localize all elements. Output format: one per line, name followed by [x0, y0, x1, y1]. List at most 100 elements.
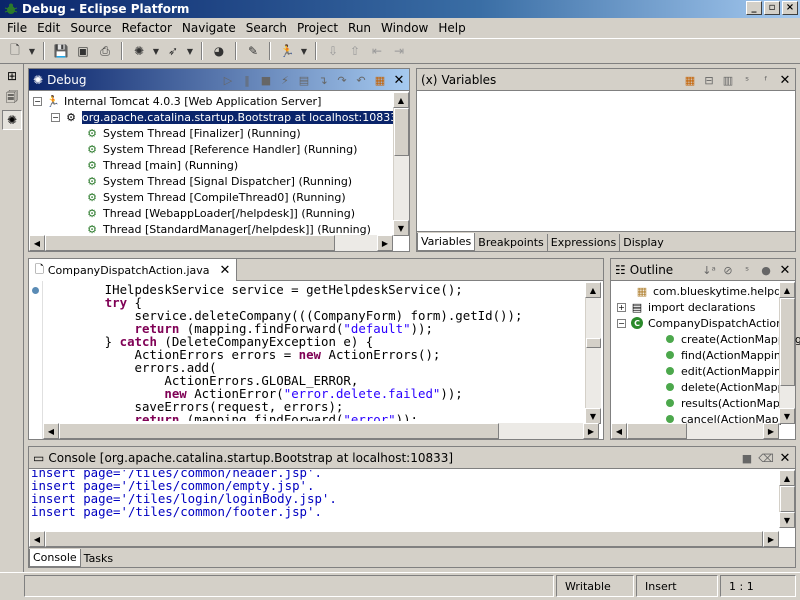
tree-row[interactable]: ⚙ Thread [WebappLoader[/helpdesk]] (Runni…	[85, 205, 355, 221]
editor-tab[interactable]: 🗋 CompanyDispatchAction.java ✕	[29, 259, 238, 281]
print-icon[interactable]: ⎙	[96, 42, 114, 60]
tree-row[interactable]: ⚙ System Thread [Signal Dispatcher] (Runn…	[85, 173, 352, 189]
menu-file[interactable]: File	[2, 21, 32, 35]
scroll-left-icon[interactable]: ◀	[29, 531, 45, 547]
menu-edit[interactable]: Edit	[32, 21, 65, 35]
scroll-down-icon[interactable]: ▼	[779, 408, 795, 424]
tree-row[interactable]: ⚙ System Thread [Reference Handler] (Runn…	[85, 141, 357, 157]
minimize-button[interactable]: _	[746, 1, 762, 15]
tree-row[interactable]: ⚙ Thread [main] (Running)	[85, 157, 238, 173]
open-type-icon[interactable]: ◕	[210, 42, 228, 60]
scroll-thumb[interactable]	[45, 531, 763, 547]
scroll-thumb[interactable]	[780, 486, 795, 512]
collapse-icon[interactable]: −	[617, 318, 626, 328]
step-into-icon[interactable]: ↴	[315, 72, 331, 88]
back-icon[interactable]: ⇤	[368, 42, 386, 60]
scroll-thumb[interactable]	[627, 423, 687, 439]
search-pen-icon[interactable]: ✎	[244, 42, 262, 60]
save-icon[interactable]: 💾	[52, 42, 70, 60]
open-perspective-icon[interactable]: ⊞	[2, 66, 22, 86]
horizontal-scrollbar[interactable]: ◀ ▶	[43, 423, 599, 439]
menu-window[interactable]: Window	[376, 21, 433, 35]
resume-icon[interactable]: ▷	[220, 72, 236, 88]
menu-search[interactable]: Search	[241, 21, 292, 35]
expand-icon[interactable]: +	[617, 302, 626, 312]
scroll-up-icon[interactable]: ▲	[393, 92, 409, 108]
vertical-scrollbar[interactable]: ▲ ▼	[779, 282, 795, 424]
external-tools-icon[interactable]: 🏃	[278, 42, 296, 60]
show-static-icon[interactable]: ˢ	[739, 72, 755, 88]
show-detail-pane-icon[interactable]: ▥	[720, 72, 736, 88]
close-view-icon[interactable]: ✕	[777, 262, 793, 278]
close-view-icon[interactable]: ✕	[777, 72, 793, 88]
scroll-thumb[interactable]	[394, 108, 409, 156]
scroll-down-icon[interactable]: ▼	[585, 408, 601, 424]
horizontal-scrollbar[interactable]: ◀ ▶	[611, 423, 779, 439]
dropdown-arrow-icon[interactable]: ▼	[300, 42, 308, 60]
scroll-thumb[interactable]	[45, 235, 335, 251]
tab-breakpoints[interactable]: Breakpoints	[475, 234, 548, 251]
hide-static-icon[interactable]: ˢ	[739, 262, 755, 278]
tree-row[interactable]: ⚙ System Thread [CompileThread0] (Running…	[85, 189, 346, 205]
layout-icon[interactable]: ▦	[372, 72, 388, 88]
show-final-icon[interactable]: ᶠ	[758, 72, 774, 88]
tab-variables[interactable]: Variables	[417, 233, 476, 251]
layout-icon[interactable]: ▦	[682, 72, 698, 88]
dropdown-arrow-icon[interactable]: ▼	[186, 42, 194, 60]
scroll-down-icon[interactable]: ▼	[393, 220, 409, 236]
run-icon[interactable]: ➶	[164, 42, 182, 60]
menu-run[interactable]: Run	[343, 21, 376, 35]
scroll-down-icon[interactable]: ▼	[779, 512, 795, 528]
close-editor-icon[interactable]: ✕	[220, 263, 231, 278]
horizontal-scrollbar[interactable]: ◀ ▶	[29, 531, 779, 547]
breakpoint-marker-icon[interactable]	[32, 287, 39, 294]
collapse-icon[interactable]: −	[33, 96, 42, 106]
scroll-right-icon[interactable]: ▶	[377, 235, 393, 251]
dropdown-arrow-icon[interactable]: ▼	[152, 42, 160, 60]
vertical-scrollbar[interactable]: ▲ ▼	[393, 92, 409, 236]
sort-icon[interactable]: ↓ᵃ	[701, 262, 717, 278]
resource-perspective-icon[interactable]: 🗐	[2, 88, 22, 108]
new-wizard-icon[interactable]: 🗋	[6, 42, 24, 60]
tab-expressions[interactable]: Expressions	[548, 234, 621, 251]
next-annotation-icon[interactable]: ⇩	[324, 42, 342, 60]
scroll-thumb[interactable]	[59, 423, 499, 439]
maximize-button[interactable]: ▫	[764, 1, 780, 15]
scroll-left-icon[interactable]: ◀	[29, 235, 45, 251]
forward-icon[interactable]: ⇥	[390, 42, 408, 60]
terminate-icon[interactable]: ■	[258, 72, 274, 88]
menu-refactor[interactable]: Refactor	[117, 21, 177, 35]
scroll-up-icon[interactable]: ▲	[585, 282, 601, 298]
menu-source[interactable]: Source	[65, 21, 116, 35]
tab-console[interactable]: Console	[29, 549, 81, 567]
close-view-icon[interactable]: ✕	[391, 72, 407, 88]
step-return-icon[interactable]: ↶	[353, 72, 369, 88]
tree-row[interactable]: delete(ActionMappi	[663, 379, 788, 395]
prev-annotation-icon[interactable]: ⇧	[346, 42, 364, 60]
show-type-names-icon[interactable]: ⊟	[701, 72, 717, 88]
vertical-scrollbar[interactable]: ▲ ▼	[585, 282, 601, 424]
debug-run-icon[interactable]: ✺	[130, 42, 148, 60]
hide-nonpublic-icon[interactable]: ●	[758, 262, 774, 278]
tree-row[interactable]: edit(ActionMapping,	[663, 363, 792, 379]
terminate-icon[interactable]: ■	[739, 450, 755, 466]
scroll-left-icon[interactable]: ◀	[43, 423, 59, 439]
tree-row[interactable]: + ▤ import declarations	[617, 299, 755, 315]
console-output[interactable]: insert page='/tiles/common/header.jsp'. …	[31, 470, 777, 528]
close-window-button[interactable]: ×	[782, 1, 798, 15]
tree-row[interactable]: ▦ com.blueskytime.helpdes	[635, 283, 794, 299]
scroll-thumb[interactable]	[780, 298, 795, 386]
tab-display[interactable]: Display	[620, 234, 667, 251]
tree-row[interactable]: ⚙ System Thread [Finalizer] (Running)	[85, 125, 301, 141]
scroll-left-icon[interactable]: ◀	[611, 423, 627, 439]
step-over-icon[interactable]: ↷	[334, 72, 350, 88]
tree-row[interactable]: − 🏃 Internal Tomcat 4.0.3 [Web Applicati…	[33, 93, 321, 109]
close-view-icon[interactable]: ✕	[777, 450, 793, 466]
scroll-up-icon[interactable]: ▲	[779, 470, 795, 486]
tree-row[interactable]: find(ActionMapping,	[663, 347, 791, 363]
scroll-right-icon[interactable]: ▶	[763, 423, 779, 439]
hide-fields-icon[interactable]: ⊘	[720, 262, 736, 278]
tab-tasks[interactable]: Tasks	[81, 550, 116, 567]
suspend-icon[interactable]: ‖	[239, 72, 255, 88]
menu-help[interactable]: Help	[433, 21, 470, 35]
